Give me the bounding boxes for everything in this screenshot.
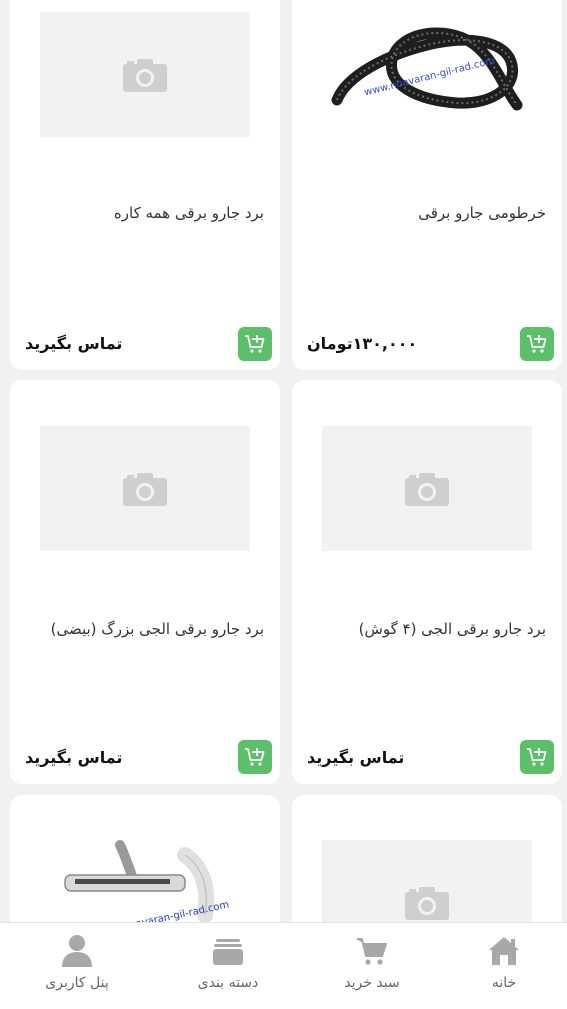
categories-icon	[213, 939, 243, 965]
nav-label-profile: پنل کاربری	[45, 975, 109, 991]
nav-label-cart: سبد خرید	[344, 975, 400, 991]
product-grid: www.noavaran-gil-rad.com خرطومی جارو برق…	[0, 0, 567, 1008]
add-to-cart-button[interactable]	[520, 740, 554, 774]
product-title[interactable]: برد جارو برقی الجی بزرگ (بیضی)	[26, 620, 264, 638]
product-price: تماس بگیرید	[307, 748, 405, 767]
image-placeholder	[40, 12, 250, 137]
nav-item-cart[interactable]: سبد خرید	[301, 923, 443, 1009]
camera-icon	[123, 472, 167, 506]
add-to-cart-icon	[527, 748, 547, 766]
nav-label-home: خانه	[491, 975, 517, 991]
product-price: ۱۳۰,۰۰۰تومان	[307, 334, 418, 353]
add-to-cart-icon	[245, 748, 265, 766]
cart-icon	[357, 938, 387, 965]
add-to-cart-button[interactable]	[238, 327, 272, 361]
product-card[interactable]: www.noavaran-gil-rad.com خرطومی جارو برق…	[292, 0, 562, 370]
add-to-cart-button[interactable]	[238, 740, 272, 774]
product-title[interactable]: خرطومی جارو برقی	[308, 204, 546, 222]
vacuum-hose-image: www.noavaran-gil-rad.com	[331, 27, 523, 111]
camera-icon	[123, 58, 167, 92]
product-card[interactable]: برد جارو برقی الجی بزرگ (بیضی) تماس بگیر…	[10, 380, 280, 784]
image-placeholder	[322, 426, 532, 551]
product-title[interactable]: برد جارو برقی الجی (۴ گوش)	[308, 620, 546, 638]
product-card[interactable]: برد جارو برقی الجی (۴ گوش) تماس بگیرید	[292, 380, 562, 784]
nav-item-profile[interactable]: پنل کاربری	[6, 923, 148, 1009]
nav-label-categories: دسته بندی	[197, 975, 259, 991]
product-price: تماس بگیرید	[25, 334, 123, 353]
add-to-cart-button[interactable]	[520, 327, 554, 361]
add-to-cart-icon	[527, 335, 547, 353]
camera-icon	[405, 886, 449, 920]
nav-item-home[interactable]: خانه	[433, 923, 567, 1009]
nav-item-categories[interactable]: دسته بندی	[157, 923, 299, 1009]
user-icon	[62, 935, 92, 967]
product-title[interactable]: برد جارو برقی همه کاره	[26, 204, 264, 222]
add-to-cart-icon	[245, 335, 265, 353]
home-icon	[489, 937, 519, 965]
image-placeholder	[40, 426, 250, 551]
camera-icon	[405, 472, 449, 506]
product-card[interactable]: برد جارو برقی همه کاره تماس بگیرید	[10, 0, 280, 370]
product-price: تماس بگیرید	[25, 748, 123, 767]
bottom-navigation: خانه سبد خرید دسته بندی پنل کاربری	[0, 922, 567, 1009]
